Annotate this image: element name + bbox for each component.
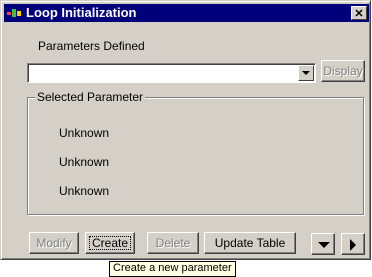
title-bar[interactable]: Loop Initialization ✕ [4,4,369,22]
close-button[interactable]: ✕ [351,6,367,20]
combo-dropdown-arrow[interactable] [298,65,314,81]
delete-button[interactable]: Delete [147,232,199,254]
parameter-value-2: Unknown [59,155,110,169]
parameters-combo[interactable] [27,63,316,83]
create-button[interactable]: Create [85,232,135,254]
create-tooltip: Create a new parameter [109,261,236,277]
window-title: Loop Initialization [26,5,137,20]
parameter-value-3: Unknown [59,184,110,198]
loop-initialization-dialog: Loop Initialization ✕ Parameters Defined… [0,0,371,260]
selected-parameter-label: Selected Parameter [35,90,146,104]
app-icon [7,9,21,17]
parameters-defined-label: Parameters Defined [38,39,145,53]
move-down-button[interactable] [311,233,335,255]
next-button[interactable] [341,233,365,255]
parameter-value-1: Unknown [59,126,110,140]
create-button-label: Create [91,236,129,250]
display-button[interactable]: Display [321,60,365,82]
update-table-button[interactable]: Update Table [204,232,296,254]
modify-button[interactable]: Modify [29,232,79,254]
close-icon: ✕ [354,8,364,20]
